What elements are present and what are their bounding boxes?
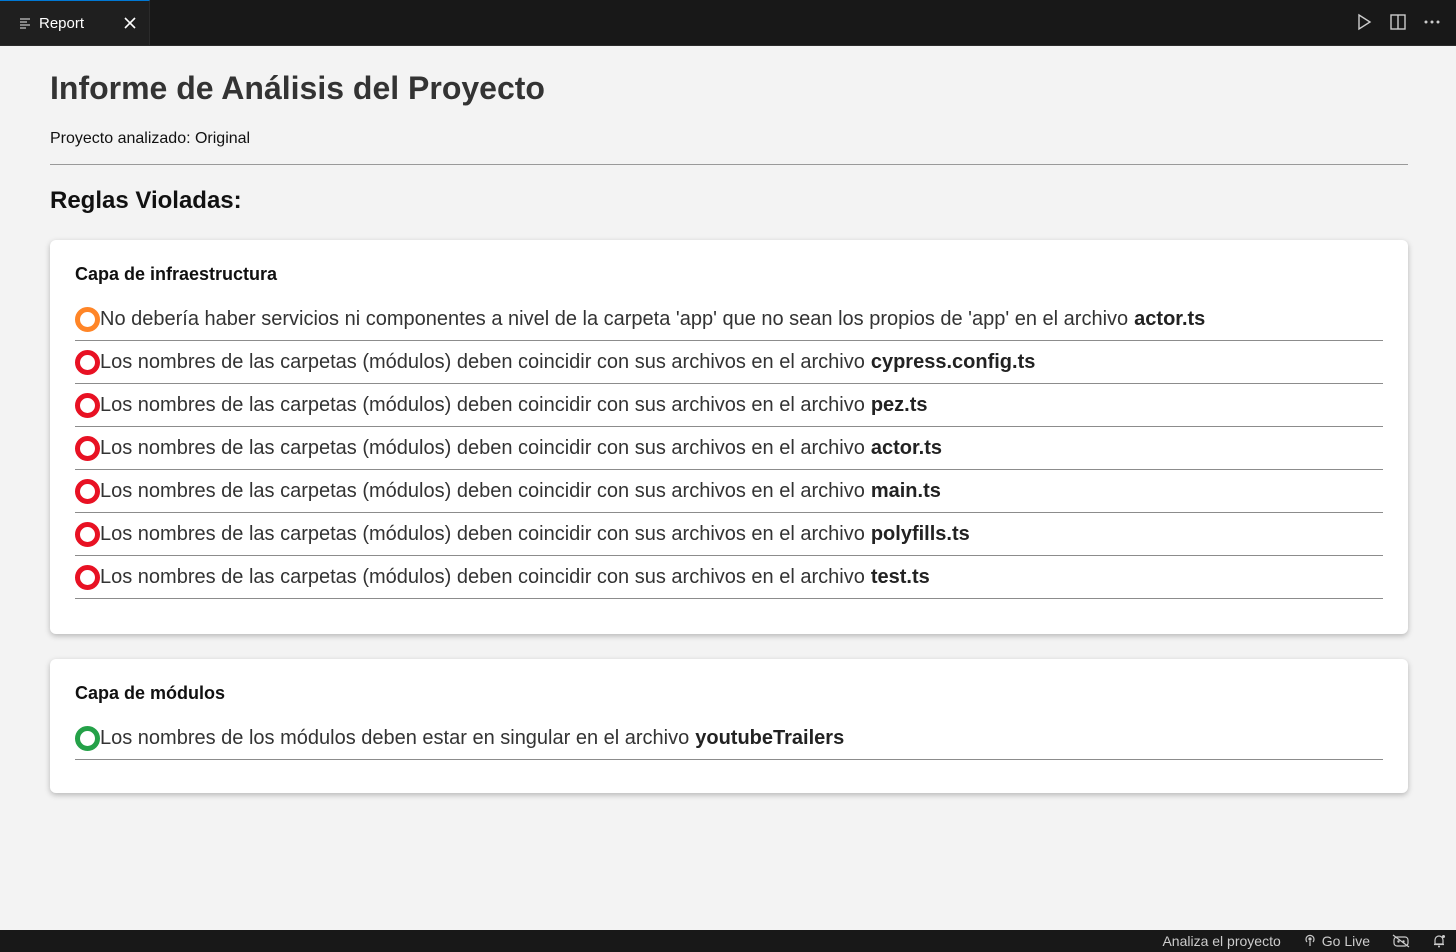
rule-text: Los nombres de los módulos deben estar e…: [100, 727, 690, 749]
violations-heading: Reglas Violadas:: [50, 187, 242, 214]
rule-text: Los nombres de las carpetas (módulos) de…: [100, 565, 865, 588]
rule-item: Los nombres de las carpetas (módulos) de…: [75, 341, 1383, 384]
rule-item: Los nombres de las carpetas (módulos) de…: [75, 470, 1383, 513]
split-editor-icon[interactable]: [1388, 12, 1408, 32]
error-status-icon: [75, 435, 100, 461]
bell-icon[interactable]: [1432, 934, 1446, 948]
layer-card-infrastructure: Capa de infraestructura No debería haber…: [50, 240, 1408, 634]
rule-text: Los nombres de las carpetas (módulos) de…: [100, 522, 865, 545]
warning-status-icon: [75, 307, 100, 332]
layer-card-modules: Capa de módulos Los nombres de los módul…: [50, 659, 1408, 793]
broadcast-icon: [1303, 933, 1317, 950]
card-title: Capa de módulos: [75, 683, 226, 703]
rule-text: Los nombres de las carpetas (módulos) de…: [100, 393, 865, 416]
card-title: Capa de infraestructura: [75, 264, 278, 284]
rule-text: Los nombres de las carpetas (módulos) de…: [100, 350, 865, 373]
rule-item: Los nombres de las carpetas (módulos) de…: [75, 556, 1383, 599]
info-status-icon: [75, 726, 100, 751]
rule-text: Los nombres de las carpetas (módulos) de…: [100, 479, 865, 502]
page-title: Informe de Análisis del Proyecto: [50, 70, 545, 106]
rule-file: main.ts: [870, 479, 941, 502]
rule-list: Los nombres de los módulos deben estar e…: [75, 718, 1383, 760]
rule-text: No debería haber servicios ni componente…: [100, 308, 1129, 330]
rule-item: Los nombres de las carpetas (módulos) de…: [75, 513, 1383, 556]
analyzed-project: Proyecto analizado: Original: [50, 130, 251, 147]
preview-lines-icon: [19, 16, 33, 30]
tab-report[interactable]: Report: [0, 0, 150, 45]
rule-item: Los nombres de las carpetas (módulos) de…: [75, 427, 1383, 470]
go-live-button[interactable]: Go Live: [1303, 933, 1370, 950]
divider: [50, 164, 1408, 165]
error-status-icon: [75, 564, 100, 590]
go-live-label: Go Live: [1321, 933, 1370, 949]
error-status-icon: [75, 521, 100, 547]
analyze-project-button[interactable]: Analiza el proyecto: [1162, 933, 1280, 949]
rule-file: cypress.config.ts: [870, 350, 1036, 373]
close-icon[interactable]: [121, 14, 139, 32]
rule-item: Los nombres de las carpetas (módulos) de…: [75, 384, 1383, 427]
rule-file: test.ts: [870, 565, 930, 588]
copilot-disabled-icon[interactable]: [1392, 934, 1410, 948]
rule-file: actor.ts: [1134, 308, 1206, 330]
run-icon[interactable]: [1354, 12, 1374, 32]
more-actions-icon[interactable]: [1422, 12, 1442, 32]
error-status-icon: [75, 349, 100, 375]
error-status-icon: [75, 478, 100, 504]
rule-item: No debería haber servicios ni componente…: [75, 299, 1383, 341]
error-status-icon: [75, 392, 100, 418]
rule-file: pez.ts: [870, 393, 928, 416]
rule-file: polyfills.ts: [870, 522, 970, 545]
rule-file: youtubeTrailers: [695, 727, 845, 749]
rule-list: No debería haber servicios ni componente…: [75, 299, 1383, 599]
editor-tab-bar: Report: [0, 0, 1456, 46]
status-bar: Analiza el proyecto Go Live: [0, 930, 1456, 952]
rule-item: Los nombres de los módulos deben estar e…: [75, 718, 1383, 760]
rule-text: Los nombres de las carpetas (módulos) de…: [100, 436, 865, 459]
tab-label: Report: [39, 14, 85, 32]
rule-file: actor.ts: [870, 436, 942, 459]
